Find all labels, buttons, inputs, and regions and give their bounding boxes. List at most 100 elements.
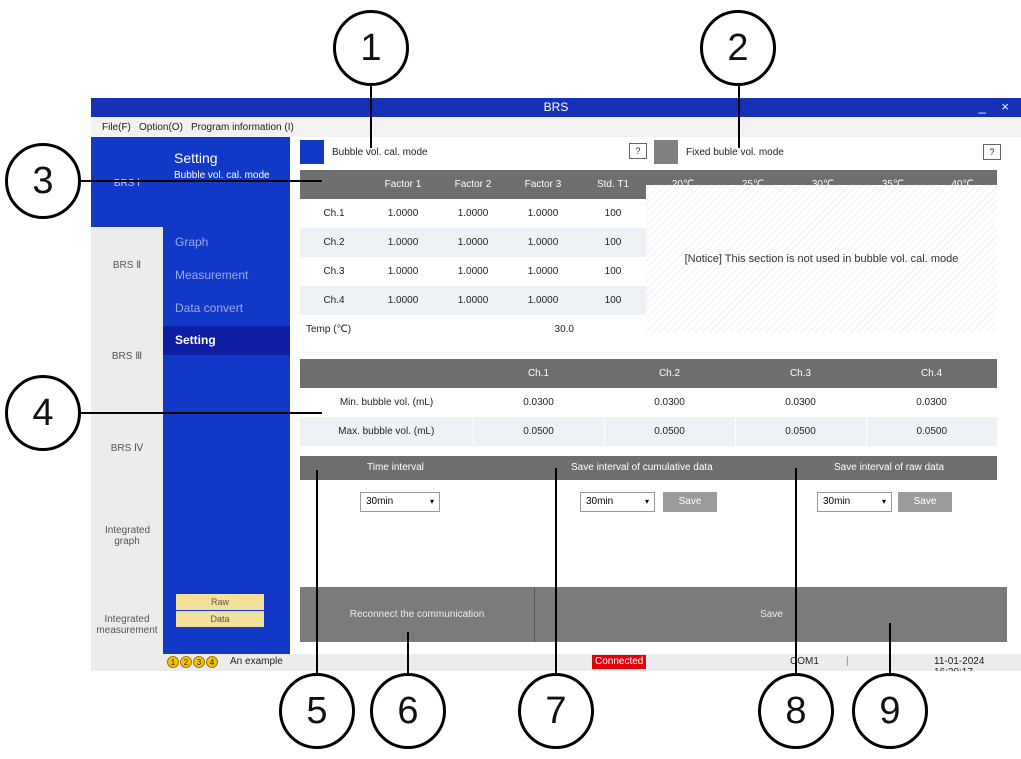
raw-button[interactable]: Raw — [176, 594, 264, 610]
badge-1: 1 — [167, 656, 179, 668]
save-raw-button[interactable]: Save — [898, 492, 952, 512]
data-button[interactable]: Data — [176, 611, 264, 627]
factor-header: Std. T1 — [578, 170, 648, 199]
factor-cell[interactable]: 1.0000 — [438, 286, 508, 315]
device-integrated-graph[interactable]: Integrated graph — [91, 525, 163, 547]
max-bubble-cell[interactable]: 0.0500 — [472, 417, 604, 446]
badge-3: 3 — [193, 656, 205, 668]
time-interval-select[interactable]: 30min ▾ — [360, 492, 440, 512]
notice-panel: [Notice] This section is not used in bub… — [646, 185, 997, 333]
channel-header: Ch.4 — [866, 359, 997, 388]
channel-header: Ch.2 — [604, 359, 735, 388]
fixed-mode-help-button[interactable]: ? — [983, 144, 1001, 160]
min-bubble-cell[interactable]: 0.0300 — [473, 388, 604, 417]
factor-cell[interactable]: 1.0000 — [368, 228, 438, 257]
chevron-down-icon: ▾ — [881, 497, 886, 506]
channel-header: Ch.3 — [735, 359, 866, 388]
cumulative-interval-select[interactable]: 30min ▾ — [580, 492, 655, 512]
factor-cell[interactable]: 1.0000 — [438, 257, 508, 286]
max-bubble-cell[interactable]: 0.0500 — [865, 417, 997, 446]
std-t1-cell[interactable]: 100 — [578, 257, 648, 286]
sidebar-item-graph[interactable]: Graph — [163, 235, 290, 249]
datetime: 11-01-2024 16:20:17 — [934, 656, 985, 671]
factor-cell[interactable]: 1.0000 — [368, 257, 438, 286]
callout-4: 4 — [5, 375, 81, 451]
callout-line-1 — [370, 84, 372, 148]
badge-2: 2 — [180, 656, 192, 668]
figure: BRS _ × File(F) Option(O) Program inform… — [0, 0, 1021, 759]
channel-label: Ch.2 — [323, 237, 345, 248]
factor-header: Factor 3 — [508, 170, 578, 199]
device-nav: BRS Ⅰ BRS Ⅱ BRS Ⅲ BRS Ⅳ Integrated graph… — [91, 137, 163, 671]
channel-label: Ch.3 — [323, 266, 345, 277]
device-brs-3[interactable]: BRS Ⅲ — [91, 351, 163, 362]
callout-line-2 — [738, 84, 740, 148]
factor-cell[interactable]: 1.0000 — [438, 199, 508, 228]
fixed-mode-radio[interactable] — [654, 140, 678, 164]
device-brs-2[interactable]: BRS Ⅱ — [91, 260, 163, 271]
factor-cell[interactable]: 1.0000 — [438, 228, 508, 257]
menu-program-information[interactable]: Program information (I) — [191, 122, 294, 133]
min-bubble-label: Min. bubble vol. (mL) — [339, 397, 434, 408]
callout-1: 1 — [333, 10, 409, 86]
factor-cell[interactable]: 1.0000 — [368, 199, 438, 228]
chevron-down-icon: ▾ — [644, 497, 649, 506]
example-text: An example — [230, 656, 283, 667]
sidebar-menu: Setting Bubble vol. cal. mode Graph Meas… — [163, 137, 290, 671]
min-bubble-cell[interactable]: 0.0300 — [866, 388, 997, 417]
cumulative-interval-label: Save interval of cumulative data — [571, 462, 713, 473]
connection-status: Connected — [592, 655, 647, 669]
temp-value[interactable]: 30.0 — [438, 315, 578, 344]
raw-interval-label: Save interval of raw data — [834, 462, 945, 473]
callout-2: 2 — [700, 10, 776, 86]
sidebar-item-setting[interactable]: Setting — [163, 326, 290, 355]
menu-file[interactable]: File(F) — [102, 122, 131, 133]
factor-header: Factor 2 — [438, 170, 508, 199]
save-cumulative-button[interactable]: Save — [663, 492, 717, 512]
factor-cell[interactable]: 1.0000 — [508, 228, 578, 257]
sidebar-item-data-convert[interactable]: Data convert — [163, 301, 290, 315]
callout-line-7 — [555, 468, 557, 673]
table-row: Min. bubble vol. (mL) 0.0300 0.0300 0.03… — [300, 388, 997, 417]
menu-option[interactable]: Option(O) — [139, 122, 183, 133]
channel-label: Ch.1 — [323, 208, 345, 219]
callout-7: 7 — [518, 673, 594, 749]
separator: | — [846, 656, 849, 667]
interval-header: Time interval Save interval of cumulativ… — [300, 456, 997, 480]
device-brs-4[interactable]: BRS Ⅳ — [91, 443, 163, 454]
std-t1-cell[interactable]: 100 — [578, 286, 648, 315]
save-button[interactable]: Save — [536, 587, 1007, 642]
window-controls[interactable]: _ × — [979, 99, 1015, 114]
example-badges: 1234 — [167, 656, 219, 668]
reconnect-button[interactable]: Reconnect the communication — [300, 587, 535, 642]
max-bubble-cell[interactable]: 0.0500 — [603, 417, 735, 446]
factor-cell[interactable]: 1.0000 — [368, 286, 438, 315]
window-title: BRS — [543, 100, 569, 114]
bubble-header-row: Ch.1 Ch.2 Ch.3 Ch.4 — [300, 359, 997, 388]
max-bubble-label: Max. bubble vol. (mL) — [338, 426, 435, 437]
callout-line-8 — [795, 468, 797, 673]
callout-5: 5 — [279, 673, 355, 749]
bubble-mode-radio[interactable] — [300, 140, 324, 164]
min-bubble-cell[interactable]: 0.0300 — [604, 388, 735, 417]
std-t1-cell[interactable]: 100 — [578, 199, 648, 228]
max-bubble-cell[interactable]: 0.0500 — [734, 417, 866, 446]
sidebar-header: Setting — [174, 150, 218, 166]
device-brs-1[interactable]: BRS Ⅰ — [91, 137, 163, 227]
cumulative-interval-value: 30min — [586, 496, 614, 507]
raw-interval-value: 30min — [823, 496, 851, 507]
factor-cell[interactable]: 1.0000 — [508, 199, 578, 228]
raw-interval-select[interactable]: 30min ▾ — [817, 492, 892, 512]
sidebar-item-measurement[interactable]: Measurement — [163, 268, 290, 282]
std-t1-cell[interactable]: 100 — [578, 228, 648, 257]
callout-6: 6 — [370, 673, 446, 749]
bubble-mode-help-button[interactable]: ? — [629, 143, 647, 159]
factor-cell[interactable]: 1.0000 — [508, 257, 578, 286]
callout-9: 9 — [852, 673, 928, 749]
callout-line-9 — [889, 623, 891, 673]
device-integrated-measurement[interactable]: Integrated measurement — [91, 614, 163, 636]
factor-cell[interactable]: 1.0000 — [508, 286, 578, 315]
callout-line-3 — [80, 180, 322, 182]
status-bar: 1234 An example Connected COM1 | 11-01-2… — [163, 654, 1021, 671]
min-bubble-cell[interactable]: 0.0300 — [735, 388, 866, 417]
